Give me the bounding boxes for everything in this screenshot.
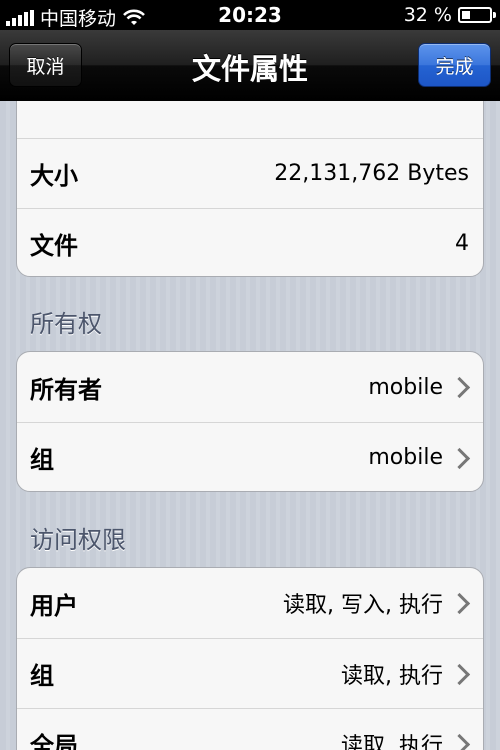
chevron-right-icon xyxy=(448,733,471,750)
files-label: 文件 xyxy=(30,232,78,260)
ownership-group: 所有者 mobile 组 mobile xyxy=(16,351,484,492)
chevron-right-icon xyxy=(448,376,471,399)
done-button[interactable]: 完成 xyxy=(418,43,491,87)
battery-icon xyxy=(458,7,496,23)
owner-value: mobile xyxy=(368,374,443,400)
user-permission-value: 读取, 写入, 执行 xyxy=(283,593,443,618)
ownership-header: 所有权 xyxy=(30,310,102,338)
battery-percent: 32 % xyxy=(403,4,452,26)
chevron-right-icon xyxy=(448,592,471,615)
chevron-right-icon xyxy=(448,663,471,686)
global-permission-label: 全局 xyxy=(30,732,78,750)
chevron-right-icon xyxy=(448,447,471,470)
group-owner-row[interactable]: 组 mobile xyxy=(17,422,483,491)
global-permission-row[interactable]: 全局 读取, 执行 xyxy=(17,708,483,750)
user-permission-label: 用户 xyxy=(30,591,78,620)
permissions-header: 访问权限 xyxy=(30,526,126,554)
group-permission-label: 组 xyxy=(30,662,54,690)
files-value: 4 xyxy=(455,231,469,256)
size-label: 大小 xyxy=(30,162,78,190)
group-permission-row[interactable]: 组 读取, 执行 xyxy=(17,638,483,708)
permissions-group: 用户 读取, 写入, 执行 组 读取, 执行 全局 读取, 执行 xyxy=(16,567,484,750)
size-row: 大小 22,131,762 Bytes xyxy=(17,138,483,208)
group-owner-label: 组 xyxy=(30,446,54,474)
status-right: 32 % xyxy=(403,4,496,26)
user-permission-row[interactable]: 用户 读取, 写入, 执行 xyxy=(17,568,483,638)
files-row: 文件 4 xyxy=(17,208,483,276)
navigation-bar: 取消 文件属性 完成 xyxy=(0,30,500,101)
properties-list[interactable]: 类型 目录 大小 22,131,762 Bytes 文件 4 所有权 所有者 m… xyxy=(0,101,500,750)
global-permission-value: 读取, 执行 xyxy=(341,733,443,750)
status-bar: 中国移动 20:23 32 % xyxy=(0,0,500,30)
group-permission-value: 读取, 执行 xyxy=(341,663,443,689)
size-value: 22,131,762 Bytes xyxy=(274,161,469,186)
owner-row[interactable]: 所有者 mobile xyxy=(17,352,483,422)
type-row: 类型 目录 xyxy=(17,101,483,110)
owner-label: 所有者 xyxy=(30,375,102,404)
info-group: 类型 目录 大小 22,131,762 Bytes 文件 4 xyxy=(16,101,484,277)
group-owner-value: mobile xyxy=(368,445,443,470)
